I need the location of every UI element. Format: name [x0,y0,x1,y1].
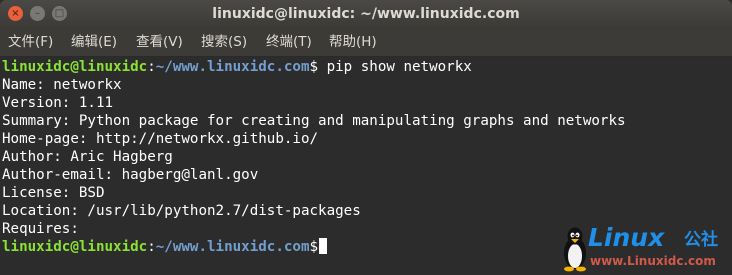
prompt-line: linuxidc@linuxidc:~/www.linuxidc.com$ [2,238,328,256]
menu-file[interactable]: 文件(F) [8,34,53,51]
output-line: Location: /usr/lib/python2.7/dist-packag… [2,203,361,219]
prompt-separator: : [147,239,156,255]
output-line: Version: 1.11 [2,95,114,111]
menu-terminal[interactable]: 终端(T) [266,34,312,51]
output-line: Author: Aric Hagberg [2,149,173,165]
output-line: Requires: [2,221,79,237]
window-title: linuxidc@linuxidc: ~/www.linuxidc.com [212,6,520,22]
output-line: Home-page: http://networkx.github.io/ [2,131,319,147]
menu-bar: 文件(F) 编辑(E) 查看(V) 搜索(S) 终端(T) 帮助(H) [0,29,732,57]
prompt-symbol: $ [309,239,319,255]
prompt-path: ~/www.linuxidc.com [155,59,310,75]
prompt-user: linuxidc@linuxidc [2,59,148,75]
output-line: Name: networkx [2,77,122,93]
prompt-separator: : [147,59,156,75]
output-line: License: BSD [2,185,105,201]
logo-brand-text: Linux [588,223,665,252]
output-line: Summary: Python package for creating and… [2,113,626,129]
menu-help[interactable]: 帮助(H) [329,34,377,51]
tux-penguin-icon [564,227,586,272]
watermark-logo: Linux 公社 www.Linuxidc.com [562,224,728,274]
prompt-symbol: $ [309,59,319,75]
menu-edit[interactable]: 编辑(E) [71,34,117,51]
title-bar[interactable]: × – □ linuxidc@linuxidc: ~/www.linuxidc.… [0,0,732,29]
prompt-user: linuxidc@linuxidc [2,239,148,255]
logo-brand-cn-text: 公社 [684,230,718,250]
command-line: linuxidc@linuxidc:~/www.linuxidc.com$ pi… [2,58,472,76]
terminal-window: × – □ linuxidc@linuxidc: ~/www.linuxidc.… [0,0,732,275]
menu-search[interactable]: 搜索(S) [201,34,247,51]
prompt-path: ~/www.linuxidc.com [155,239,310,255]
text-cursor [319,238,328,254]
logo-url-text: www.Linuxidc.com [590,254,716,268]
output-line: Author-email: hagberg@lanl.gov [2,167,259,183]
menu-view[interactable]: 查看(V) [136,34,183,51]
command-text: pip show networkx [318,59,472,75]
